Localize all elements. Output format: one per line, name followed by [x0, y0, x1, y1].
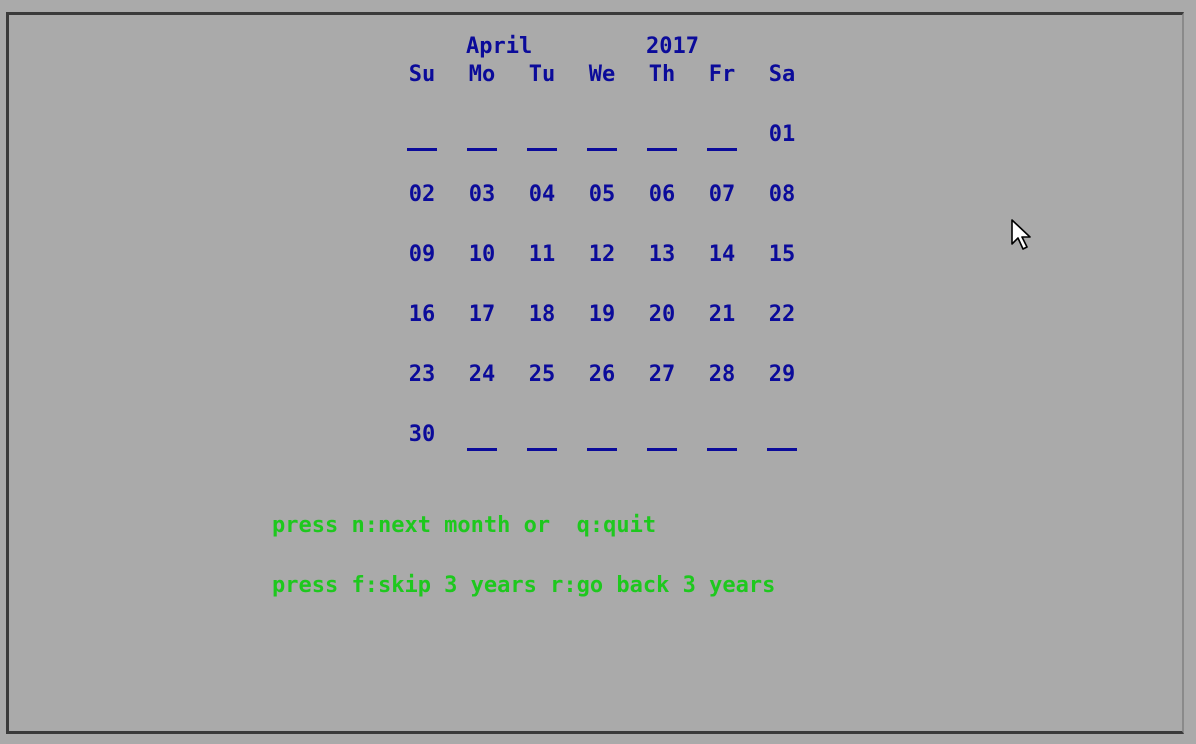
weekday-label: Mo [468, 62, 496, 87]
day-cell: 08 [768, 182, 796, 207]
empty-day-placeholder [587, 448, 617, 451]
day-cell: 21 [708, 302, 736, 327]
mouse-pointer-icon [1011, 219, 1031, 250]
day-cell: 12 [588, 242, 616, 267]
day-cell: 04 [528, 182, 556, 207]
weekday-label: Su [408, 62, 436, 87]
calendar-month: April [466, 34, 533, 59]
day-cell: 13 [648, 242, 676, 267]
day-cell: 15 [768, 242, 796, 267]
day-cell: 30 [408, 422, 436, 447]
day-cell: 24 [468, 362, 496, 387]
day-cell: 03 [468, 182, 496, 207]
empty-day-placeholder [707, 148, 737, 151]
day-cell: 11 [528, 242, 556, 267]
day-cell: 20 [648, 302, 676, 327]
terminal-screen: April 2017 Su Mo Tu We Th Fr Sa 01 02 03 04 05 06 07… [0, 0, 1196, 744]
day-cell: 01 [768, 122, 796, 147]
empty-day-placeholder [467, 148, 497, 151]
day-cell: 10 [468, 242, 496, 267]
instruction-line-2: press f:skip 3 years r:go back 3 years [272, 573, 776, 598]
empty-day-placeholder [527, 148, 557, 151]
day-cell: 19 [588, 302, 616, 327]
empty-day-placeholder [647, 448, 677, 451]
day-cell: 05 [588, 182, 616, 207]
day-cell: 25 [528, 362, 556, 387]
day-cell: 09 [408, 242, 436, 267]
day-cell: 22 [768, 302, 796, 327]
weekday-label: Tu [528, 62, 556, 87]
empty-day-placeholder [467, 448, 497, 451]
day-cell: 18 [528, 302, 556, 327]
empty-day-placeholder [407, 148, 437, 151]
day-cell: 17 [468, 302, 496, 327]
day-cell: 02 [408, 182, 436, 207]
day-cell: 06 [648, 182, 676, 207]
empty-day-placeholder [527, 448, 557, 451]
empty-day-placeholder [647, 148, 677, 151]
day-cell: 26 [588, 362, 616, 387]
weekday-label: Fr [708, 62, 736, 87]
instruction-line-1: press n:next month or q:quit [272, 513, 657, 538]
day-cell: 29 [768, 362, 796, 387]
day-cell: 23 [408, 362, 436, 387]
day-cell: 16 [408, 302, 436, 327]
empty-day-placeholder [707, 448, 737, 451]
calendar-year: 2017 [646, 34, 699, 59]
weekday-label: Th [648, 62, 676, 87]
day-cell: 27 [648, 362, 676, 387]
weekday-label: Sa [768, 62, 796, 87]
day-cell: 07 [708, 182, 736, 207]
weekday-label: We [588, 62, 616, 87]
day-cell: 14 [708, 242, 736, 267]
empty-day-placeholder [767, 448, 797, 451]
day-cell: 28 [708, 362, 736, 387]
empty-day-placeholder [587, 148, 617, 151]
